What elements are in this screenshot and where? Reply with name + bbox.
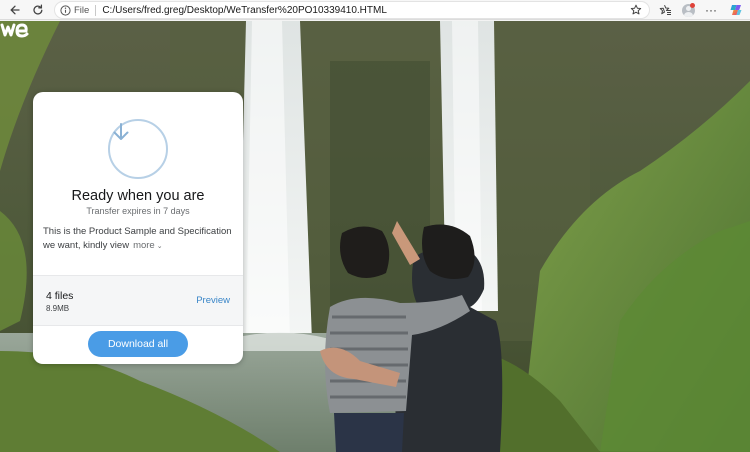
star-icon — [630, 4, 642, 15]
download-arrow-icon — [113, 123, 129, 140]
profile-button[interactable] — [680, 0, 696, 20]
favorites-button[interactable] — [657, 0, 673, 20]
more-menu-button[interactable]: ··· — [703, 0, 719, 20]
info-icon[interactable] — [59, 4, 71, 16]
more-icon: ··· — [705, 3, 717, 17]
back-icon — [10, 5, 20, 15]
expiry-text: Transfer expires in 7 days — [86, 206, 190, 216]
back-button[interactable] — [6, 0, 24, 20]
copilot-icon — [730, 5, 742, 15]
chevron-down-icon: ⌄ — [156, 242, 163, 250]
address-bar[interactable]: File C:/Users/fred.greg/Desktop/WeTransf… — [54, 1, 650, 19]
copilot-button[interactable] — [728, 0, 744, 20]
browser-toolbar: File C:/Users/fred.greg/Desktop/WeTransf… — [0, 0, 750, 20]
preview-link[interactable]: Preview — [196, 295, 230, 306]
download-circle — [108, 119, 168, 179]
refresh-icon — [33, 4, 43, 15]
address-divider — [95, 4, 97, 16]
more-label: more — [133, 239, 155, 251]
files-size: 8.9MB — [46, 304, 70, 313]
favorites-icon — [659, 4, 671, 15]
favorite-star-button[interactable] — [628, 0, 644, 20]
address-url[interactable]: C:/Users/fred.greg/Desktop/WeTransfer%20… — [102, 5, 387, 16]
transfer-card: Ready when you are Transfer expires in 7… — [33, 92, 243, 364]
refresh-button[interactable] — [30, 0, 46, 20]
wetransfer-logo[interactable] — [0, 21, 32, 39]
more-toggle[interactable]: more ⌄ — [133, 240, 163, 251]
card-title: Ready when you are — [71, 188, 205, 204]
transfer-message: This is the Product Sample and Specifica… — [43, 225, 238, 253]
files-count: 4 files — [46, 290, 74, 302]
download-all-button[interactable]: Download all — [88, 331, 188, 357]
notification-dot — [690, 3, 695, 8]
files-summary: 4 files 8.9MB Preview — [33, 275, 243, 326]
background-photo: Ready when you are Transfer expires in 7… — [0, 21, 750, 452]
address-scheme: File — [74, 4, 90, 16]
